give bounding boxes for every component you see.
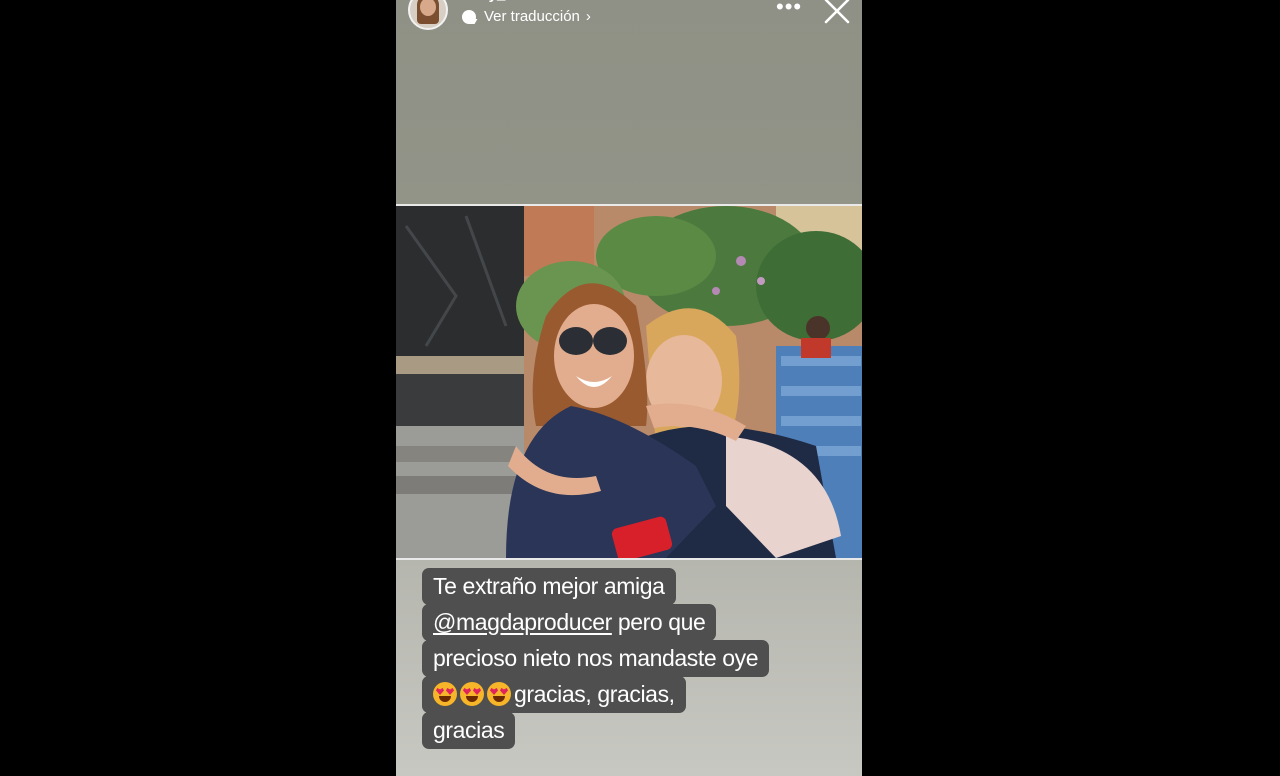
chevron-right-icon: ›	[585, 8, 591, 25]
caption-line-3: precioso nieto nos mandaste oye	[422, 640, 770, 677]
caption-line-4-text: gracias, gracias,	[514, 681, 675, 707]
caption-line-4: gracias, gracias,	[422, 676, 686, 713]
heart-eyes-emoji	[433, 682, 457, 706]
avatar[interactable]	[408, 0, 448, 30]
caption-line-2-text: pero que	[611, 609, 706, 635]
heart-eyes-emoji	[460, 682, 484, 706]
speech-bubble-icon	[462, 9, 476, 24]
mention-link[interactable]: @magdaproducer	[433, 609, 612, 635]
story-photo	[396, 204, 862, 560]
see-translation-button[interactable]: Ver traducción ›	[462, 8, 591, 25]
photo-two-women-hugging	[396, 206, 862, 558]
story-viewer[interactable]: andy_escalona 1h Ver traducción › •••	[396, 0, 862, 776]
heart-eyes-emoji	[487, 682, 511, 706]
caption-line-5-text: gracias	[433, 717, 505, 743]
caption-line-5: gracias	[422, 712, 516, 749]
see-translation-label: Ver traducción	[484, 8, 580, 25]
post-time: 1h	[580, 0, 597, 3]
caption-line-3-text: precioso nieto nos mandaste oye	[433, 645, 759, 671]
caption-line-2: @magdaproducer pero que	[422, 604, 717, 641]
caption-line-1: Te extraño mejor amiga	[422, 568, 676, 605]
more-options-icon[interactable]: •••	[776, 0, 802, 18]
caption-line-1-text: Te extraño mejor amiga	[433, 573, 665, 599]
username-label[interactable]: andy_escalona 1h	[462, 0, 596, 3]
username-text[interactable]: andy_escalona	[462, 0, 570, 3]
close-icon[interactable]	[824, 0, 850, 24]
